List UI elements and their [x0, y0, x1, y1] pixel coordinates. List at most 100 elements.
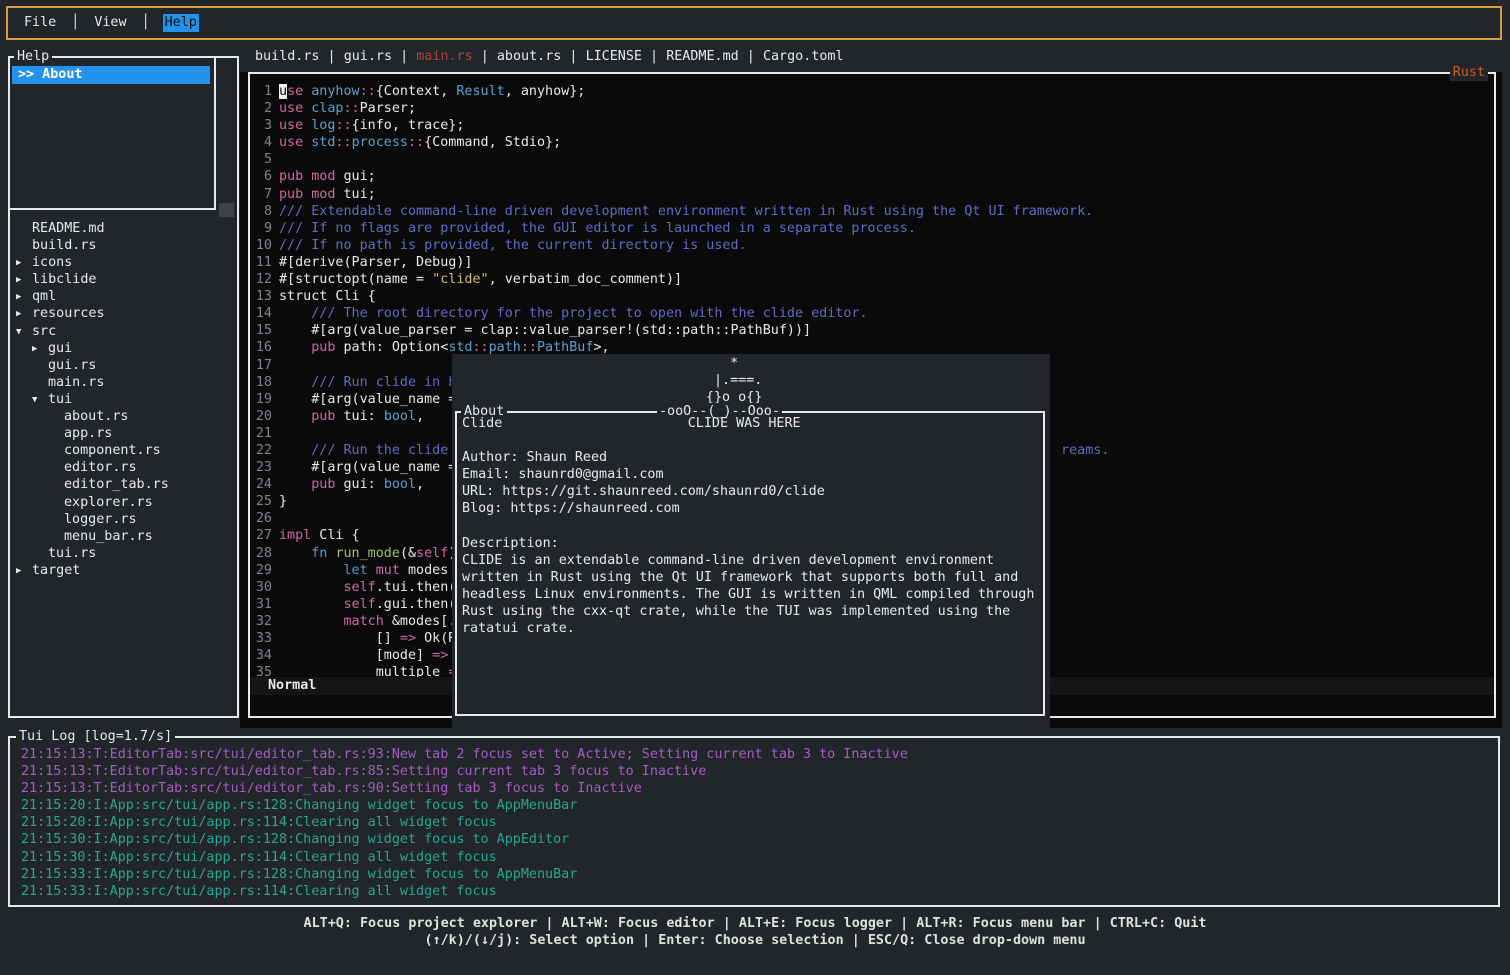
code-line-14[interactable]: 14 /// The root directory for the projec…: [252, 305, 1109, 322]
code-line-2[interactable]: 2use clap::Parser;: [252, 100, 1109, 117]
line-number: 14: [252, 305, 272, 322]
code-token: Cli {: [311, 528, 359, 543]
explorer-item-target[interactable]: ▶target: [12, 562, 169, 579]
explorer-item-label: menu_bar.rs: [64, 529, 153, 544]
code-line-4[interactable]: 4use std::process::{Command, Stdio};: [252, 134, 1109, 151]
explorer-item-libclide[interactable]: ▶libclide: [12, 271, 169, 288]
code-token: /// If no flags are provided, the GUI ed…: [279, 221, 916, 236]
code-line-5[interactable]: 5: [252, 151, 1109, 168]
line-number: 28: [252, 545, 272, 562]
code-token: std: [311, 135, 335, 150]
code-line-10[interactable]: 10/// If no path is provided, the curren…: [252, 237, 1109, 254]
log-line: 21:15:33:I:App:src/tui/app.rs:114:Cleari…: [21, 883, 908, 900]
line-number: 23: [252, 459, 272, 476]
code-line-7[interactable]: 7pub mod tui;: [252, 186, 1109, 203]
code-token: tui;: [335, 187, 375, 202]
explorer-item-README.md[interactable]: README.md: [12, 220, 169, 237]
code-token: pub: [279, 169, 303, 184]
code-line-9[interactable]: 9/// If no flags are provided, the GUI e…: [252, 220, 1109, 237]
menu-item-view[interactable]: View: [92, 14, 128, 31]
explorer-item-editor.rs[interactable]: editor.rs: [12, 459, 169, 476]
menu-separator: │: [71, 14, 79, 31]
code-token: self: [344, 597, 376, 612]
explorer-item-resources[interactable]: ▶resources: [12, 305, 169, 322]
code-line-1[interactable]: 1use anyhow::{Context, Result, anyhow};: [252, 83, 1109, 100]
expand-arrow-icon[interactable]: ▶: [16, 255, 32, 272]
menu-bar: File│View│Help: [6, 6, 1502, 40]
expand-arrow-icon[interactable]: ▶: [16, 306, 32, 323]
explorer-item-app.rs[interactable]: app.rs: [12, 425, 169, 442]
collapse-arrow-icon[interactable]: ▼: [16, 324, 32, 341]
explorer-item-qml[interactable]: ▶qml: [12, 288, 169, 305]
explorer-item-component.rs[interactable]: component.rs: [12, 442, 169, 459]
tui-log[interactable]: Tui Log [log=1.7/s] 21:15:13:T:EditorTab…: [8, 736, 1500, 907]
line-number: 33: [252, 630, 272, 647]
about-popup-box: About -ooO--(_)--Ooo- Clide CLIDE WAS HE…: [455, 411, 1045, 716]
code-token: {Context,: [376, 84, 457, 99]
tab-about.rs[interactable]: about.rs: [497, 49, 562, 64]
code-token: ::: [360, 84, 376, 99]
explorer-item-gui.rs[interactable]: gui.rs: [12, 357, 169, 374]
explorer-item-icons[interactable]: ▶icons: [12, 254, 169, 271]
explorer-item-logger.rs[interactable]: logger.rs: [12, 511, 169, 528]
code-token: anyhow: [311, 84, 359, 99]
tab-main.rs[interactable]: main.rs: [416, 49, 472, 64]
code-token: [mode]: [279, 648, 432, 663]
code-token: fn: [311, 546, 327, 561]
explorer-item-tui.rs[interactable]: tui.rs: [12, 545, 169, 562]
code-line-15[interactable]: 15 #[arg(value_parser = clap::value_pars…: [252, 322, 1109, 339]
line-number: 5: [252, 151, 272, 168]
tab-LICENSE[interactable]: LICENSE: [586, 49, 642, 64]
tab-README.md[interactable]: README.md: [666, 49, 739, 64]
expand-arrow-icon[interactable]: ▶: [16, 272, 32, 289]
code-token: {Command, Stdio};: [424, 135, 561, 150]
explorer-item-editor_tab.rs[interactable]: editor_tab.rs: [12, 476, 169, 493]
code-token: gui:: [335, 477, 383, 492]
log-line: 21:15:13:T:EditorTab:src/tui/editor_tab.…: [21, 746, 908, 763]
expand-arrow-icon[interactable]: ▶: [16, 289, 32, 306]
explorer-item-tui[interactable]: ▼tui: [12, 391, 169, 408]
explorer-scrollbar-thumb[interactable]: [219, 203, 234, 217]
menu-item-file[interactable]: File: [22, 14, 58, 31]
code-token: , verbatim_doc_comment)]: [489, 272, 682, 287]
explorer-item-explorer.rs[interactable]: explorer.rs: [12, 494, 169, 511]
tab-gui.rs[interactable]: gui.rs: [344, 49, 392, 64]
explorer-item-menu_bar.rs[interactable]: menu_bar.rs: [12, 528, 169, 545]
explorer-item-main.rs[interactable]: main.rs: [12, 374, 169, 391]
code-token: #[structopt(name =: [279, 272, 432, 287]
code-token: pub: [311, 340, 335, 355]
code-line-8[interactable]: 8/// Extendable command-line driven deve…: [252, 203, 1109, 220]
collapse-arrow-icon[interactable]: ▼: [32, 392, 48, 409]
explorer-item-build.rs[interactable]: build.rs: [12, 237, 169, 254]
code-token: modes: [400, 563, 448, 578]
code-token: Result: [456, 84, 504, 99]
code-token: =>: [432, 648, 448, 663]
about-popup: * |.===. {}o o{} About -ooO--(_)--Ooo- C…: [452, 354, 1050, 728]
code-line-11[interactable]: 11#[derive(Parser, Debug)]: [252, 254, 1109, 271]
explorer-item-label: main.rs: [48, 375, 104, 390]
tab-separator: |: [320, 49, 344, 64]
explorer-item-src[interactable]: ▼src: [12, 323, 169, 340]
expand-arrow-icon[interactable]: ▶: [16, 563, 32, 580]
code-token: ,: [416, 409, 424, 424]
code-token: ::: [408, 135, 424, 150]
tab-separator: |: [739, 49, 763, 64]
log-line: 21:15:33:I:App:src/tui/app.rs:128:Changi…: [21, 866, 908, 883]
explorer-item-label: explorer.rs: [64, 495, 153, 510]
tab-build.rs[interactable]: build.rs: [255, 49, 320, 64]
line-number: 22: [252, 442, 272, 459]
explorer-item-gui[interactable]: ▶gui: [12, 340, 169, 357]
code-line-6[interactable]: 6pub mod gui;: [252, 168, 1109, 185]
expand-arrow-icon[interactable]: ▶: [32, 341, 48, 358]
code-token: /// Run clide in h: [311, 375, 456, 390]
code-line-3[interactable]: 3use log::{info, trace};: [252, 117, 1109, 134]
code-line-12[interactable]: 12#[structopt(name = "clide", verbatim_d…: [252, 271, 1109, 288]
line-number: 27: [252, 527, 272, 544]
code-line-13[interactable]: 13struct Cli {: [252, 288, 1109, 305]
help-menu-item-about[interactable]: >> About: [12, 66, 210, 84]
tab-Cargo.toml[interactable]: Cargo.toml: [763, 49, 844, 64]
line-number: 1: [252, 83, 272, 100]
explorer-item-about.rs[interactable]: about.rs: [12, 408, 169, 425]
menu-item-help[interactable]: Help: [163, 14, 199, 31]
tab-separator: |: [642, 49, 666, 64]
